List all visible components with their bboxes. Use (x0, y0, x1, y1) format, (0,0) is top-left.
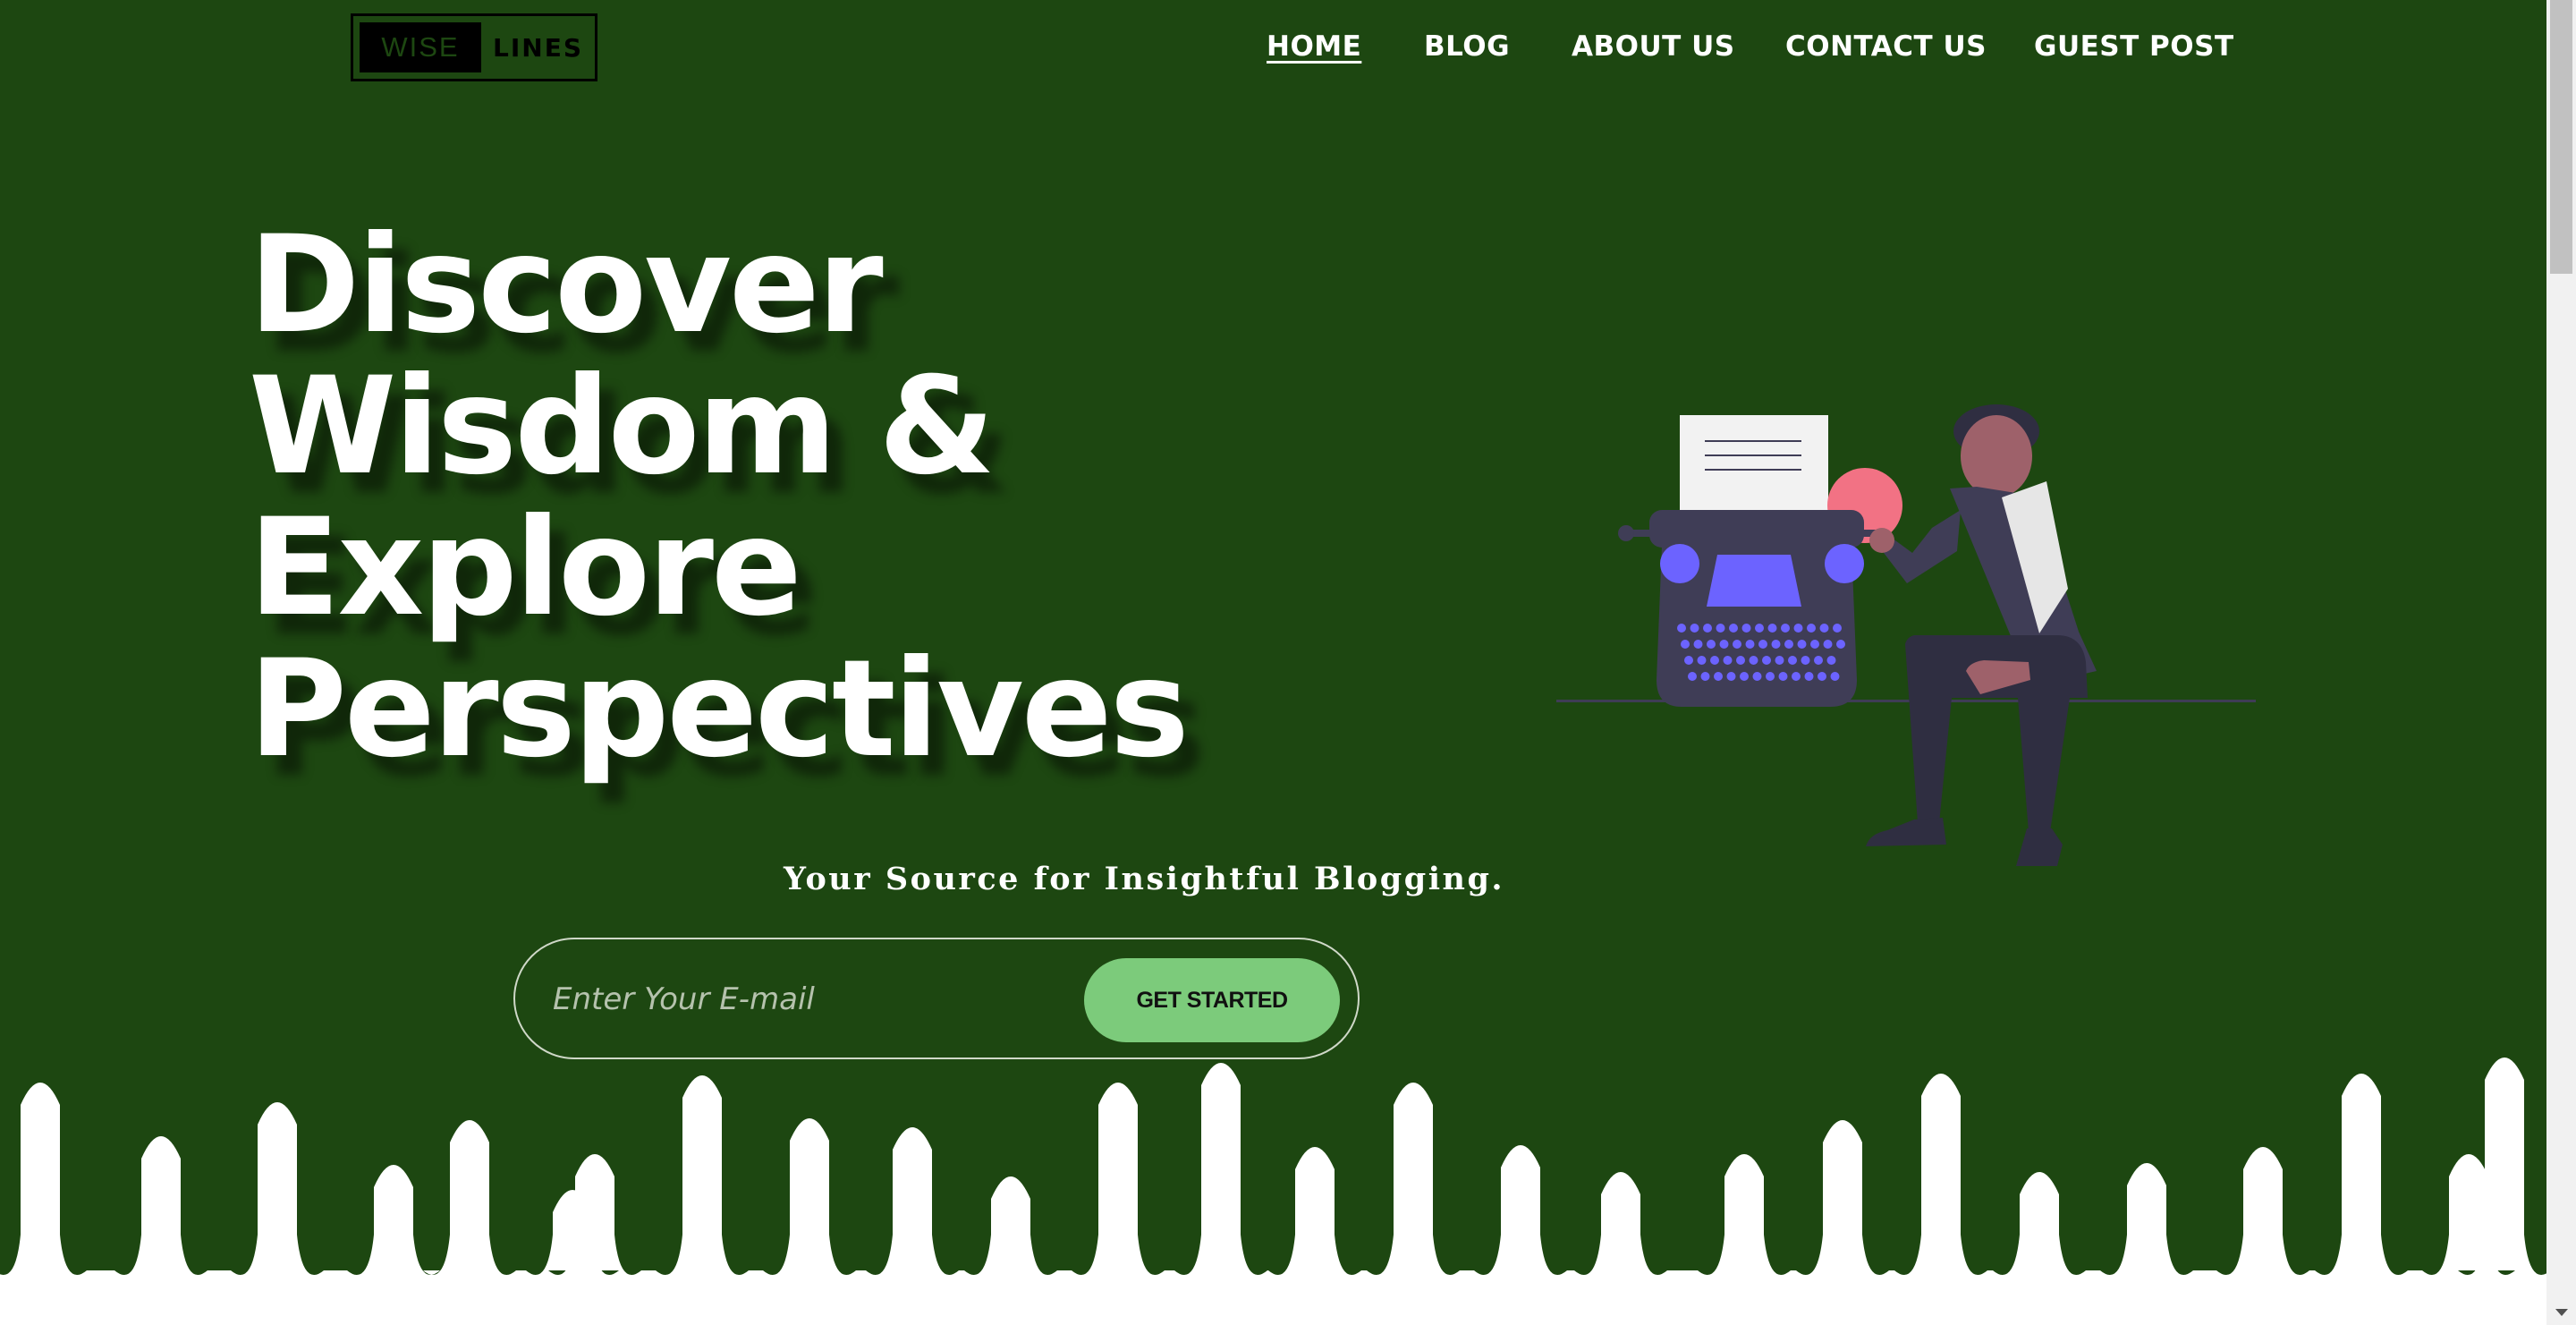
page: WISE LINES HOME BLOG ABOUT US CONTACT US… (0, 0, 2546, 1325)
vertical-scrollbar[interactable] (2546, 0, 2576, 1325)
headline-line-2: Wisdom & (249, 349, 996, 505)
site-logo[interactable]: WISE LINES (351, 13, 597, 81)
nav-link-blog[interactable]: BLOG (1424, 30, 1510, 63)
nav-link-about-us[interactable]: ABOUT US (1572, 30, 1735, 63)
typewriter-illustration (1556, 404, 2256, 866)
get-started-button[interactable]: GET STARTED (1084, 958, 1340, 1042)
headline-line-4: Perspectives (249, 632, 1190, 787)
newsletter-form: GET STARTED (513, 938, 1360, 1059)
nav-link-contact-us[interactable]: CONTACT US (1785, 30, 1987, 63)
headline-line-1: Discover (249, 208, 884, 363)
headline-line-3: Explore (249, 490, 802, 646)
logo-part-lines: LINES (493, 32, 583, 63)
scrollbar-thumb[interactable] (2550, 0, 2572, 274)
email-input[interactable] (551, 966, 1020, 1032)
hero-tagline: Your Source for Insightful Blogging. (784, 861, 1505, 897)
paint-drip-decoration (0, 1057, 2546, 1325)
chevron-down-icon[interactable] (2555, 1309, 2568, 1316)
hero-headline: Discover Wisdom & Explore Perspectives (249, 208, 1190, 787)
logo-part-wise: WISE (360, 22, 481, 72)
nav-link-guest-post[interactable]: GUEST POST (2034, 30, 2234, 63)
nav-link-home[interactable]: HOME (1267, 30, 1361, 63)
